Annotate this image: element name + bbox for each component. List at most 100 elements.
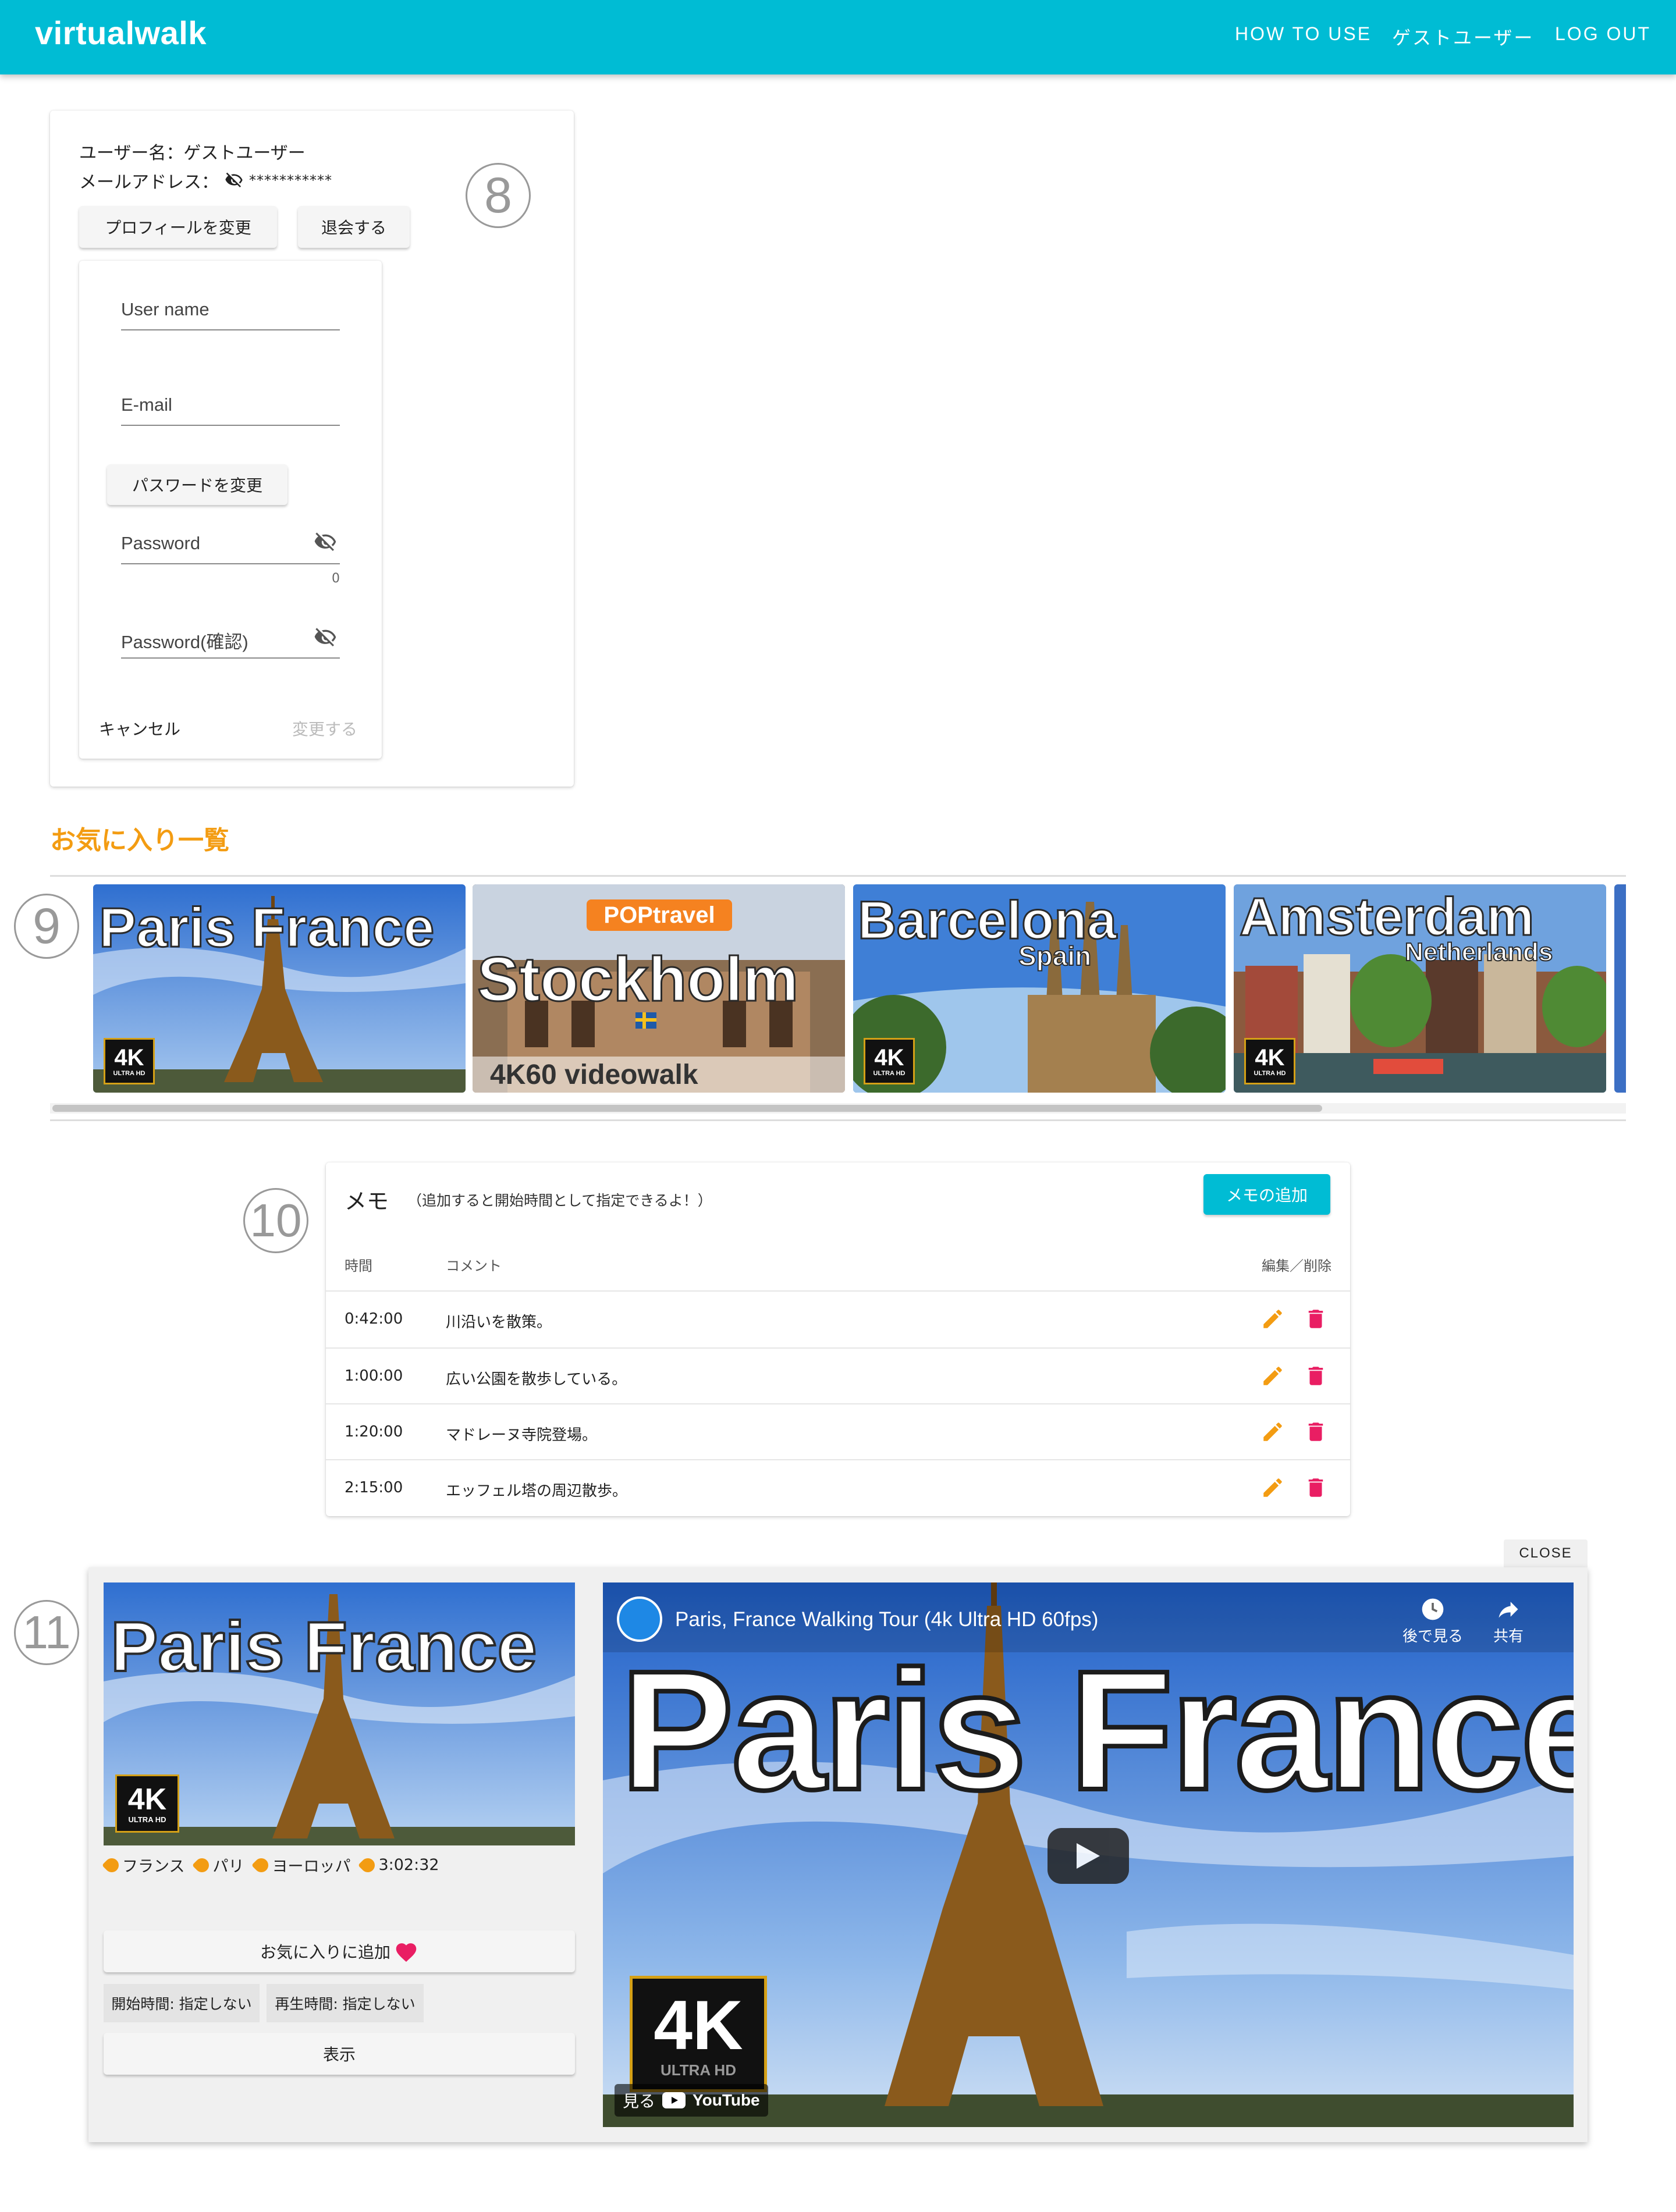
play-time-chip[interactable]: 再生時間: 指定しない [267,1984,424,2022]
watch-on-youtube-button[interactable]: 見る YouTube [615,2084,768,2117]
column-header-time: 時間 [345,1258,372,1274]
favorite-card-amsterdam[interactable]: Amsterdam Netherlands 4K ULTRA HD [1234,884,1606,1093]
username-field[interactable] [121,329,340,330]
table-row: 1:00:00 広い公園を散歩している。 [326,1349,1350,1404]
favorite-title: Paris France [98,896,435,960]
withdraw-button[interactable]: 退会する [298,206,410,248]
table-row: 2:15:00 エッフェル塔の周辺散歩。 [326,1460,1350,1516]
edit-pencil-icon[interactable] [1260,1364,1285,1388]
video-badge-4k: 4K ULTRA HD [630,1976,767,2092]
edit-pencil-icon[interactable] [1260,1420,1285,1444]
profile-edit-form [79,261,382,759]
youtube-wordmark: YouTube [693,2091,760,2109]
badge-4k: 4K ULTRA HD [115,1774,179,1833]
username-field-label[interactable]: User name [121,299,210,320]
submit-change-button[interactable]: 変更する [292,717,357,740]
favorites-divider [50,875,1626,877]
tag-list: フランス パリ ヨーロッパ 3:02:32 [102,1854,439,1876]
play-button[interactable] [1048,1828,1129,1884]
add-favorite-button[interactable]: お気に入りに追加 [104,1930,575,1972]
tag-chip[interactable]: ヨーロッパ [251,1854,350,1876]
favorites-divider-bottom [50,1119,1626,1121]
memo-time[interactable]: 0:42:00 [345,1310,403,1328]
change-password-button[interactable]: パスワードを変更 [107,464,287,505]
badge-4k: 4K ULTRA HD [104,1038,155,1084]
favorites-strip: Paris France 4K ULTRA HD POPtravel Stock… [93,884,1626,1096]
tag-icon [251,1855,272,1875]
watch-on-label: 見る [623,2092,656,2111]
password-counter: 0 [332,571,340,586]
annotation-9: 9 [14,894,79,959]
tag-chip[interactable]: フランス [102,1854,184,1876]
table-row: 1:20:00 マドレーヌ寺院登場。 [326,1404,1350,1460]
memo-time[interactable]: 1:00:00 [345,1367,403,1385]
brand-logo[interactable]: virtualwalk [35,14,207,52]
youtube-player[interactable]: Paris, France Walking Tour (4k Ultra HD … [603,1582,1574,2127]
youtube-logo-icon [662,2092,686,2108]
favorite-subtitle: Spain [1018,940,1092,972]
profile-email-value: *********** [249,172,332,189]
annotation-11: 11 [14,1600,79,1665]
add-favorite-label: お気に入りに追加 [260,1943,390,1962]
video-title[interactable]: Paris, France Walking Tour (4k Ultra HD … [675,1608,1098,1631]
app-bar: virtualwalk HOW TO USE ゲストユーザー LOG OUT [0,0,1676,74]
password-confirm-label[interactable]: Password(確認) [121,627,248,653]
password-field[interactable] [121,563,340,564]
password-confirm-field[interactable] [121,657,340,659]
badge-4k: 4K ULTRA HD [1244,1038,1295,1084]
tag-icon [192,1855,212,1875]
clock-icon [1422,1598,1444,1620]
column-header-actions: 編集／削除 [1262,1258,1331,1274]
add-memo-button[interactable]: メモの追加 [1203,1174,1330,1215]
tag-icon [102,1855,122,1875]
favorites-title: お気に入り一覧 [50,826,229,855]
delete-trash-icon[interactable] [1304,1364,1328,1388]
profile-username: ユーザー名：ゲストユーザー [79,143,306,163]
email-field-label[interactable]: E-mail [121,394,172,415]
memo-comment: エッフェル塔の周辺散歩。 [446,1482,628,1500]
delete-trash-icon[interactable] [1304,1475,1328,1500]
cancel-button[interactable]: キャンセル [99,717,180,740]
edit-pencil-icon[interactable] [1260,1475,1285,1500]
email-field[interactable] [121,425,340,426]
favorite-card-partial[interactable] [1614,884,1626,1093]
memo-comment: マドレーヌ寺院登場。 [446,1427,598,1444]
memo-hint: （追加すると開始時間として指定できるよ！） [407,1192,712,1209]
profile-email-label: メールアドレス： [79,172,219,193]
memo-comment: 川沿いを散策。 [446,1314,552,1331]
nav-guest-user[interactable]: ゲストユーザー [1392,23,1534,50]
favorite-card-paris[interactable]: Paris France 4K ULTRA HD [93,884,466,1093]
favorites-scrollbar-thumb[interactable] [52,1105,1322,1112]
favorite-card-barcelona[interactable]: Barcelona Spain 4K ULTRA HD [853,884,1226,1093]
table-row: 0:42:00 川沿いを散策。 [326,1292,1350,1347]
tag-icon [358,1855,378,1875]
start-time-chip[interactable]: 開始時間: 指定しない [104,1984,260,2022]
show-button[interactable]: 表示 [104,2033,575,2075]
delete-trash-icon[interactable] [1304,1420,1328,1444]
poptravel-logo: POPtravel [587,899,732,931]
eye-off-icon[interactable] [312,531,339,554]
tag-chip[interactable]: 3:02:32 [358,1854,439,1876]
close-button[interactable]: CLOSE [1504,1539,1588,1567]
annotation-8: 8 [466,163,531,228]
column-header-comment: コメント [446,1258,502,1274]
video-big-title: Paris France [618,1633,1574,1827]
profile-email-row: メールアドレス： *********** [79,168,332,193]
memo-time[interactable]: 1:20:00 [345,1423,403,1441]
memo-comment: 広い公園を散歩している。 [446,1371,627,1388]
dialog-thumbnail: Paris France 4K ULTRA HD [104,1582,575,1845]
delete-trash-icon[interactable] [1304,1307,1328,1331]
favorite-card-stockholm[interactable]: POPtravel Stockholm 4K60 videowalk [473,884,845,1093]
eye-off-icon[interactable] [221,171,247,190]
favorite-subtitle: Netherlands [1404,937,1553,967]
badge-4k: 4K ULTRA HD [864,1038,915,1084]
memo-time[interactable]: 2:15:00 [345,1479,403,1496]
tag-chip[interactable]: パリ [192,1854,244,1876]
nav-logout[interactable]: LOG OUT [1555,23,1651,45]
nav-how-to-use[interactable]: HOW TO USE [1235,23,1372,45]
password-field-label[interactable]: Password [121,533,200,554]
edit-profile-button[interactable]: プロフィールを変更 [79,206,277,248]
eye-off-icon[interactable] [312,626,339,649]
favorite-title: Stockholm [476,943,799,1015]
edit-pencil-icon[interactable] [1260,1307,1285,1331]
